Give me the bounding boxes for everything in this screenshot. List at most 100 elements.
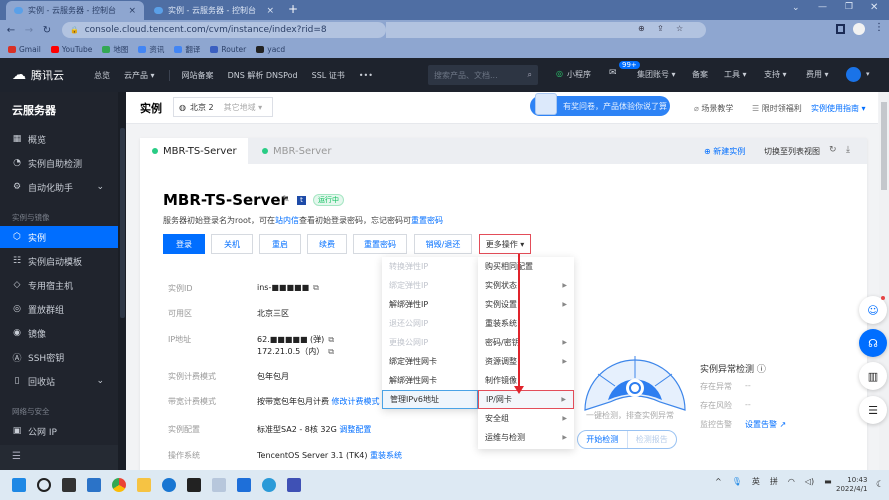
docs-button[interactable]: ▥	[859, 362, 887, 390]
nav-dns[interactable]: DNS 解析 DNSPod	[228, 70, 298, 81]
wifi-icon[interactable]: ◠	[788, 477, 795, 486]
sidebar-item-launch-template[interactable]: ☷ 实例启动模板	[0, 250, 118, 272]
chevron-down-icon[interactable]: ⌄	[96, 182, 104, 192]
task-view-icon[interactable]	[62, 478, 76, 492]
submenu-item-unbind-eni[interactable]: 解绑弹性网卡	[382, 371, 478, 390]
outline-button[interactable]: ☰	[859, 396, 887, 424]
address-bar-end[interactable]: ☆ ⊕ ⇪	[386, 22, 706, 38]
sidebar-collapse-button[interactable]: ☰	[0, 445, 118, 470]
copy-icon[interactable]: ⧉	[313, 283, 319, 292]
refresh-icon[interactable]: ↻	[829, 145, 837, 155]
nav-products[interactable]: 云产品 ▾	[124, 70, 155, 81]
menu-item-ip-eni[interactable]: IP/网卡 ▶	[478, 390, 574, 409]
close-window-icon[interactable]: ✕	[870, 2, 878, 13]
bookmark-yacd[interactable]: yacd	[256, 45, 285, 54]
customer-service-button[interactable]: ☊	[859, 329, 887, 357]
network-app-icon[interactable]	[287, 478, 301, 492]
menu-item-resource-adjust[interactable]: 资源调整 ▶	[478, 352, 574, 371]
widgets-icon[interactable]	[87, 478, 101, 492]
restart-button[interactable]: 重启	[259, 234, 301, 254]
menu-item-buy-same[interactable]: 购买相同配置	[478, 257, 574, 276]
adjust-config-link[interactable]: 调整配置	[339, 425, 371, 434]
menu-item-instance-state[interactable]: 实例状态 ▶	[478, 276, 574, 295]
nav-more[interactable]: •••	[359, 71, 373, 80]
telegram-icon[interactable]	[262, 478, 276, 492]
tab-mbr-ts-server[interactable]: MBR-TS-Server	[140, 138, 248, 164]
inbox-link[interactable]: 站内信	[275, 216, 299, 225]
search-icon[interactable]	[37, 478, 51, 492]
menu-item-reinstall[interactable]: 重装系统	[478, 314, 574, 333]
download-icon[interactable]: ⤓	[846, 145, 850, 155]
nav-icp[interactable]: 网站备案	[168, 69, 214, 81]
maximize-icon[interactable]: ❐	[845, 2, 853, 12]
minimize-icon[interactable]: —	[818, 2, 827, 12]
bookmark-youtube[interactable]: YouTube	[50, 45, 92, 54]
copy-icon[interactable]: ⧉	[328, 335, 334, 344]
profile-avatar[interactable]	[853, 23, 865, 35]
sidebar-item-automation[interactable]: ⚙ 自动化助手 ⌄	[0, 176, 118, 198]
mail-icon[interactable]: ✉	[609, 68, 617, 78]
bookmark-maps[interactable]: 地图	[102, 44, 128, 55]
zoom-icon[interactable]: ⊕	[638, 24, 645, 33]
tab-search-icon[interactable]: ⌄	[792, 3, 800, 13]
sidebar-item-instances[interactable]: ⬡ 实例	[0, 226, 118, 248]
reset-password-button[interactable]: 重置密码	[353, 234, 407, 254]
nav-billing[interactable]: 费用 ▾	[806, 69, 829, 80]
ime-indicator[interactable]: 拼	[770, 476, 778, 487]
submenu-item-convert-eip[interactable]: 转换弹性IP	[382, 257, 478, 276]
sidebar-item-images[interactable]: ◉ 镜像	[0, 322, 118, 344]
back-icon[interactable]: ←	[4, 25, 18, 36]
renew-button[interactable]: 续费	[307, 234, 347, 254]
link-guide[interactable]: 实例使用指南 ▾	[811, 103, 866, 114]
user-menu-caret-icon[interactable]: ▾	[866, 70, 870, 78]
sidebar-item-recycle-bin[interactable]: ▯ 回收站 ⌄	[0, 370, 118, 392]
app-icon[interactable]	[237, 478, 251, 492]
shutdown-button[interactable]: 关机	[211, 234, 253, 254]
browser-tab-active[interactable]: 实例 - 云服务器 - 控制台 ×	[6, 1, 144, 20]
reset-password-link[interactable]: 重置密码	[411, 216, 443, 225]
bookmark-news[interactable]: 资讯	[138, 44, 164, 55]
new-tab-button[interactable]: +	[288, 2, 298, 16]
tab-mbr-server[interactable]: MBR-Server	[250, 138, 350, 164]
address-bar[interactable]: 🔒 console.cloud.tencent.com/cvm/instance/…	[62, 22, 386, 38]
detection-report-button[interactable]: 检测报告	[628, 431, 677, 448]
start-detection-button[interactable]: 开始检测	[578, 431, 628, 448]
chevron-down-icon[interactable]: ⌄	[96, 376, 104, 386]
sidepanel-icon[interactable]	[836, 24, 845, 34]
submenu-item-bind-eni[interactable]: 绑定弹性网卡	[382, 352, 478, 371]
menu-item-password-key[interactable]: 密码/密钥 ▶	[478, 333, 574, 352]
submenu-item-return-ip[interactable]: 退还公网IP	[382, 314, 478, 333]
start-icon[interactable]	[12, 478, 26, 492]
nav-miniprogram[interactable]: ◎ 小程序	[556, 69, 591, 80]
nav-tools[interactable]: 工具 ▾	[724, 69, 747, 80]
sidebar-scroll-thumb[interactable]	[120, 128, 125, 318]
sidebar-item-dedicated-host[interactable]: ◇ 专用宿主机	[0, 274, 118, 296]
switch-list-view-button[interactable]: 切换至列表视图	[764, 146, 820, 157]
user-avatar[interactable]	[846, 67, 861, 82]
bolt-app-icon[interactable]	[162, 478, 176, 492]
region-selector[interactable]: ◍ 北京 2 其它地域 ▾	[173, 97, 273, 117]
submenu-item-bind-eip[interactable]: 绑定弹性IP	[382, 276, 478, 295]
destroy-button[interactable]: 销毁/退还	[414, 234, 472, 254]
menu-item-instance-settings[interactable]: 实例设置 ▶	[478, 295, 574, 314]
set-alarm-link[interactable]: 设置告警 ↗	[745, 419, 786, 430]
submenu-item-change-ip[interactable]: 更换公网IP	[382, 333, 478, 352]
menu-item-ops-detection[interactable]: 运维与检测 ▶	[478, 428, 574, 447]
bookmark-star-icon[interactable]: ☆	[676, 24, 683, 33]
link-scenarios[interactable]: ⌀ 场景教学	[694, 103, 733, 114]
nav-beian[interactable]: 备案	[692, 69, 708, 80]
submenu-item-unbind-eip[interactable]: 解绑弹性IP	[382, 295, 478, 314]
more-actions-button[interactable]: 更多操作 ▾	[479, 234, 531, 254]
menu-item-create-image[interactable]: 制作镜像	[478, 371, 574, 390]
close-tab-icon[interactable]: ×	[128, 6, 136, 16]
sidebar-item-overview[interactable]: ▦ 概览	[0, 128, 118, 150]
sidebar-item-public-ip[interactable]: ▣ 公网 IP	[0, 420, 118, 442]
sidebar-item-ssh-keys[interactable]: Ⓐ SSH密钥	[0, 346, 118, 368]
sidebar-item-self-check[interactable]: ◔ 实例自助检测	[0, 152, 118, 174]
volume-icon[interactable]: ◁)	[805, 477, 814, 486]
submenu-item-manage-ipv6[interactable]: 管理IPv6地址	[382, 390, 478, 409]
modify-billing-link[interactable]: 修改计费模式	[332, 397, 380, 406]
search-input[interactable]: 搜索产品、文档... ⌕	[428, 65, 538, 85]
close-tab-icon[interactable]: ×	[266, 6, 274, 16]
login-button[interactable]: 登录	[163, 234, 205, 254]
